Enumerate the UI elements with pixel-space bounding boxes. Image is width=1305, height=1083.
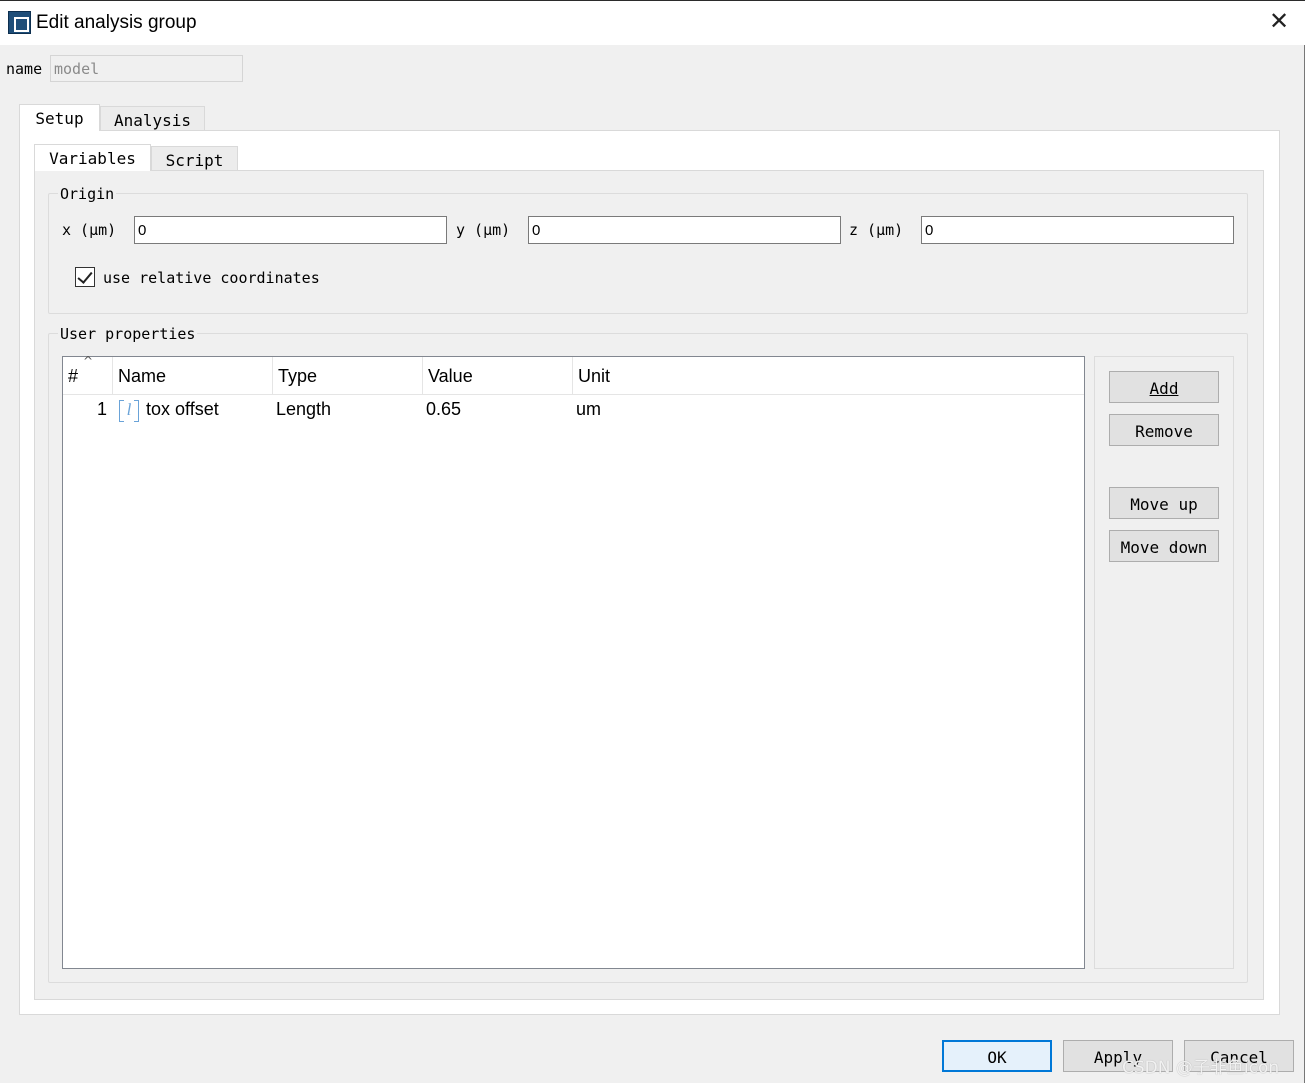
tab-setup[interactable]: Setup xyxy=(19,104,100,131)
z-input[interactable]: 0 xyxy=(921,216,1234,244)
origin-group-title: Origin xyxy=(58,185,117,203)
column-header-value[interactable]: Value xyxy=(423,357,573,395)
column-header-unit[interactable]: Unit xyxy=(573,357,1084,395)
name-label: name xyxy=(6,60,43,78)
x-label: x (μm) xyxy=(62,221,117,239)
tab-script[interactable]: Script xyxy=(151,146,238,170)
y-label: y (μm) xyxy=(456,221,511,239)
tab-analysis[interactable]: Analysis xyxy=(100,106,205,130)
user-properties-title: User properties xyxy=(58,325,198,343)
user-properties-table[interactable]: ^ # Name Type Value Unit 1 l tox offset … xyxy=(62,354,1085,969)
property-unit[interactable]: um xyxy=(576,399,601,420)
ok-button[interactable]: OK xyxy=(942,1040,1052,1072)
watermark: CSDN @子非鱼icon xyxy=(1122,1058,1280,1078)
relative-coordinates-label[interactable]: use relative coordinates xyxy=(103,269,320,287)
property-value[interactable]: 0.65 xyxy=(426,399,461,420)
tab-variables[interactable]: Variables xyxy=(34,144,151,171)
sort-ascending-icon: ^ xyxy=(83,354,94,368)
property-name[interactable]: tox offset xyxy=(146,399,219,420)
row-number: 1 xyxy=(97,399,108,419)
column-header-type[interactable]: Type xyxy=(273,357,423,395)
relative-coordinates-checkbox[interactable] xyxy=(75,267,95,287)
add-button[interactable]: Add xyxy=(1109,371,1219,403)
remove-button[interactable]: Remove xyxy=(1109,414,1219,446)
app-window-icon xyxy=(8,11,31,34)
close-icon[interactable]: ✕ xyxy=(1267,9,1291,33)
name-field[interactable]: model xyxy=(50,55,243,82)
origin-group xyxy=(48,193,1248,314)
move-down-button[interactable]: Move down xyxy=(1109,530,1219,562)
column-header-name[interactable]: Name xyxy=(113,357,273,395)
table-header: ^ # Name Type Value Unit xyxy=(63,354,1084,395)
property-buttons-panel xyxy=(1094,356,1234,969)
z-label: z (μm) xyxy=(849,221,904,239)
title-bar: Edit analysis group ✕ xyxy=(0,0,1305,45)
property-type[interactable]: Length xyxy=(276,399,331,420)
length-type-icon: l xyxy=(117,399,141,422)
window-title: Edit analysis group xyxy=(36,12,197,33)
x-input[interactable]: 0 xyxy=(134,216,447,244)
move-up-button[interactable]: Move up xyxy=(1109,487,1219,519)
y-input[interactable]: 0 xyxy=(528,216,841,244)
column-header-number[interactable]: ^ # xyxy=(63,354,113,395)
